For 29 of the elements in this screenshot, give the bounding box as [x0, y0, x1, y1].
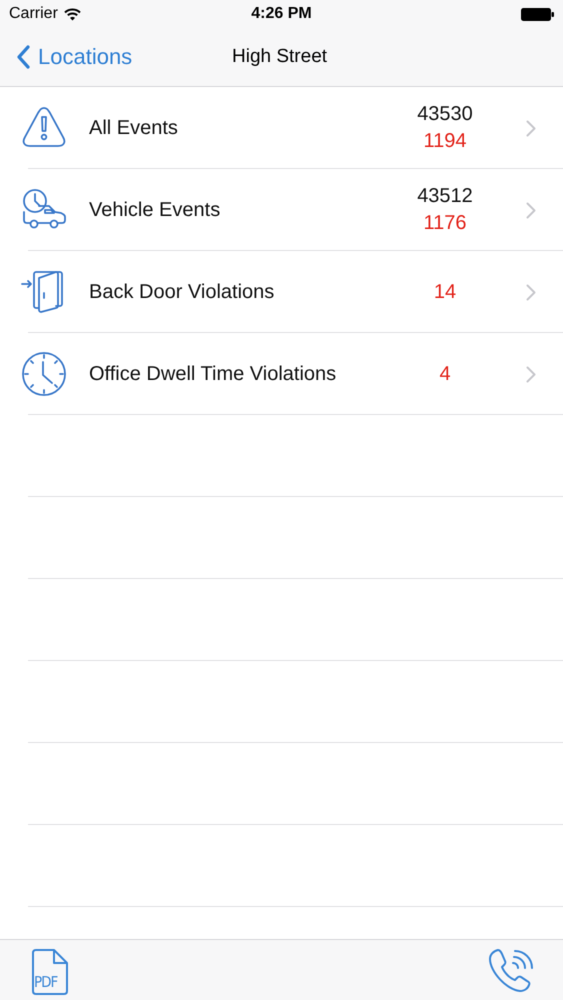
chevron-right-icon — [526, 120, 536, 136]
event-count: 43530 — [417, 103, 473, 126]
wifi-icon — [64, 8, 81, 20]
phone-icon — [488, 947, 536, 993]
violation-count: 14 — [434, 280, 456, 304]
list-row[interactable]: Vehicle Events 43512 1176 — [0, 169, 563, 251]
chevron-right-icon — [526, 202, 536, 218]
pdf-button[interactable]: PDF — [31, 948, 69, 996]
status-time: 4:26 PM — [251, 5, 312, 23]
row-label: Office Dwell Time Violations — [89, 362, 336, 386]
chevron-left-icon — [16, 45, 30, 69]
list-row[interactable]: Office Dwell Time Violations 4 — [0, 333, 563, 415]
event-count: 43512 — [417, 185, 473, 208]
chevron-right-icon — [526, 366, 536, 382]
list-row[interactable]: All Events 43530 1194 — [0, 87, 563, 169]
back-button[interactable]: Locations — [0, 44, 132, 70]
row-label: Vehicle Events — [89, 198, 220, 222]
row-label: All Events — [89, 116, 178, 140]
violation-count: 1194 — [423, 130, 466, 153]
violation-count: 1176 — [423, 212, 466, 235]
row-label: Back Door Violations — [89, 280, 274, 304]
list-row[interactable]: Back Door Violations 14 — [0, 251, 563, 333]
nav-title: High Street — [232, 46, 328, 68]
chevron-right-icon — [526, 284, 536, 300]
carrier-name: Carrier — [9, 5, 58, 23]
violation-count: 4 — [439, 362, 451, 386]
clock-icon — [21, 351, 67, 397]
call-button[interactable] — [488, 947, 536, 993]
battery-icon — [521, 8, 554, 20]
